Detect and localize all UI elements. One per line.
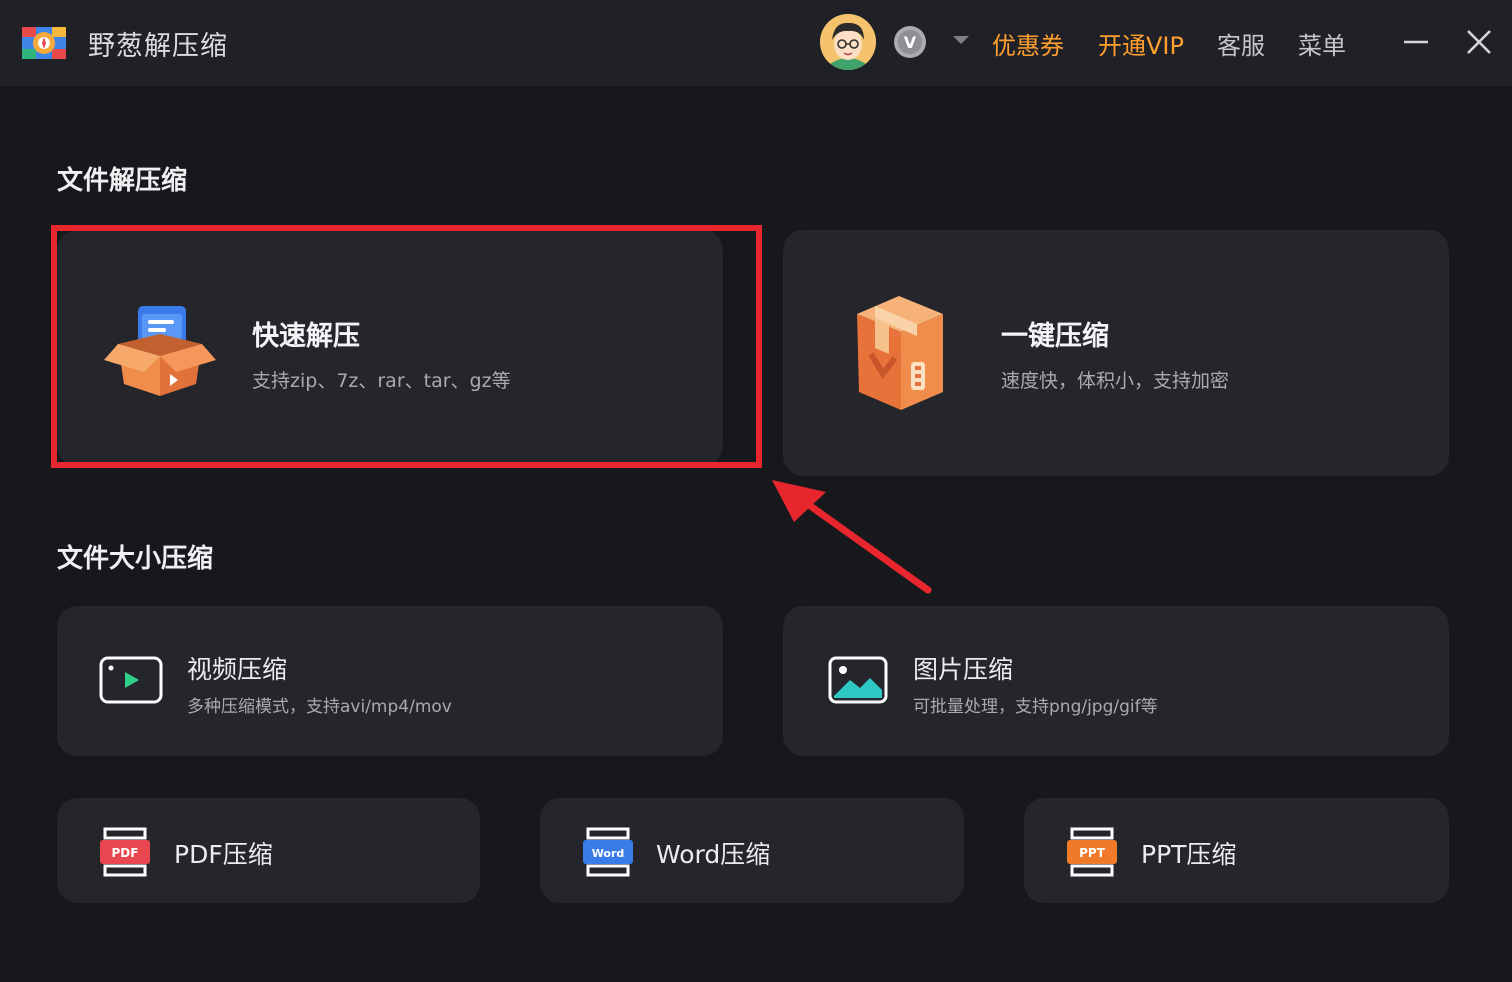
vip-badge-letter: V [904, 33, 917, 52]
vip-level-badge-icon[interactable]: V [893, 25, 927, 59]
app-logo-icon [22, 27, 66, 59]
pdf-compress-card[interactable]: PDF PDF压缩 [57, 798, 480, 903]
user-avatar[interactable] [820, 14, 876, 70]
zip-box-icon [857, 296, 943, 410]
pdf-compress-title: PDF压缩 [174, 840, 273, 869]
coupon-link[interactable]: 优惠券 [992, 26, 1064, 61]
word-icon: Word [583, 827, 633, 877]
image-icon [828, 656, 888, 704]
one-click-compress-title: 一键压缩 [1001, 321, 1109, 352]
section-title-size-compress: 文件大小压缩 [57, 544, 214, 574]
minimize-icon[interactable] [1398, 24, 1434, 60]
chevron-down-icon[interactable] [952, 34, 970, 46]
open-vip-link[interactable]: 开通VIP [1098, 26, 1184, 61]
video-icon [99, 656, 163, 704]
image-compress-card[interactable]: 图片压缩 可批量处理，支持png/jpg/gif等 [783, 606, 1449, 756]
video-compress-title: 视频压缩 [187, 655, 288, 684]
one-click-compress-desc: 速度快，体积小，支持加密 [1001, 370, 1230, 392]
image-compress-desc: 可批量处理，支持png/jpg/gif等 [913, 697, 1158, 717]
customer-service-link[interactable]: 客服 [1217, 26, 1265, 61]
pdf-icon: PDF [100, 827, 150, 877]
quick-decompress-desc: 支持zip、7z、rar、tar、gz等 [252, 370, 511, 392]
quick-decompress-card[interactable]: 快速解压 支持zip、7z、rar、tar、gz等 [57, 230, 723, 466]
title-bar: 野葱解压缩 V 优惠券 开通VIP 客服 菜单 [0, 0, 1512, 86]
image-compress-title: 图片压缩 [913, 655, 1014, 684]
section-title-decompress: 文件解压缩 [57, 166, 188, 196]
quick-decompress-title: 快速解压 [252, 321, 360, 352]
word-compress-title: Word压缩 [656, 840, 771, 869]
menu-link[interactable]: 菜单 [1298, 26, 1346, 61]
close-icon[interactable] [1461, 24, 1497, 60]
word-compress-card[interactable]: Word Word压缩 [540, 798, 964, 903]
ppt-compress-title: PPT压缩 [1141, 840, 1237, 869]
ppt-compress-card[interactable]: PPT PPT压缩 [1024, 798, 1449, 903]
ppt-icon: PPT [1067, 827, 1117, 877]
app-title: 野葱解压缩 [88, 31, 228, 62]
open-box-icon [104, 306, 216, 396]
pdf-badge-text: PDF [112, 846, 139, 860]
one-click-compress-card[interactable]: 一键压缩 速度快，体积小，支持加密 [783, 230, 1449, 476]
video-compress-card[interactable]: 视频压缩 多种压缩模式，支持avi/mp4/mov [57, 606, 723, 756]
app-window: 野葱解压缩 V 优惠券 开通VIP 客服 菜单 文件解压缩 快速解压 支持zip… [0, 0, 1512, 982]
avatar-face-icon [820, 14, 876, 70]
ppt-badge-text: PPT [1079, 846, 1106, 860]
annotation-arrow-icon [772, 480, 932, 594]
word-badge-text: Word [592, 847, 625, 860]
video-compress-desc: 多种压缩模式，支持avi/mp4/mov [187, 697, 452, 717]
